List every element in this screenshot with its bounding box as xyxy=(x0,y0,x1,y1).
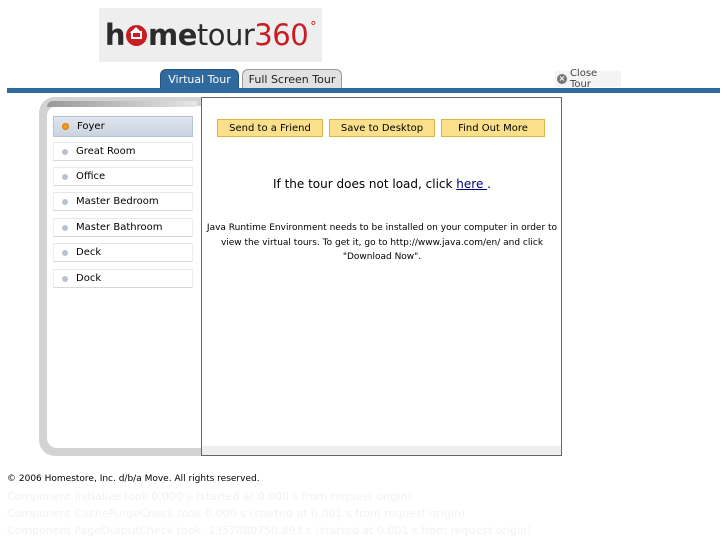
room-list-top-edge xyxy=(47,101,197,107)
logo-me: me xyxy=(147,18,197,52)
tab-virtual-tour[interactable]: Virtual Tour xyxy=(160,69,239,89)
logo-tour: tour xyxy=(196,18,255,52)
tour-viewer xyxy=(201,97,562,456)
room-item-great-room[interactable]: Great Room xyxy=(53,142,193,161)
debug-line: Component Initialize took 0.000 s (start… xyxy=(7,490,412,503)
tour-load-message: If the tour does not load, click here . xyxy=(202,177,562,191)
room-item-label: Great Room xyxy=(76,146,136,157)
room-item-label: Master Bedroom xyxy=(76,196,159,207)
bullet-icon xyxy=(62,249,68,256)
logo-wordmark: h metour360 ° xyxy=(104,18,317,52)
logo-degree: ° xyxy=(310,20,317,35)
close-circle-icon: × xyxy=(557,74,567,84)
logo-360: 360 xyxy=(254,18,309,52)
room-item-master-bathroom[interactable]: Master Bathroom xyxy=(53,218,193,237)
bullet-icon xyxy=(62,173,68,180)
bullet-icon xyxy=(62,224,68,231)
logo-h: h xyxy=(104,18,126,52)
tour-viewer-footer xyxy=(202,446,561,455)
copyright-footer: © 2006 Homestore, Inc. d/b/a Move. All r… xyxy=(7,474,260,484)
header-divider xyxy=(7,88,720,93)
send-to-friend-button[interactable]: Send to a Friend xyxy=(217,119,323,137)
active-bullet-icon xyxy=(62,123,69,130)
hometour360-logo: h metour360 ° xyxy=(99,8,322,62)
room-item-master-bedroom[interactable]: Master Bedroom xyxy=(53,192,193,211)
close-tour-button[interactable]: × Close Tour xyxy=(555,68,621,90)
find-out-more-button[interactable]: Find Out More xyxy=(441,119,545,137)
tour-load-prefix: If the tour does not load, click xyxy=(273,177,457,191)
bullet-icon xyxy=(62,275,68,282)
room-item-label: Foyer xyxy=(77,121,105,132)
here-link[interactable]: here xyxy=(456,177,487,191)
bullet-icon xyxy=(62,148,68,155)
room-item-label: Deck xyxy=(76,247,102,258)
room-item-label: Dock xyxy=(76,273,102,284)
bullet-icon xyxy=(62,198,68,205)
java-requirement-message: Java Runtime Environment needs to be ins… xyxy=(206,223,558,262)
tab-full-screen-tour[interactable]: Full Screen Tour xyxy=(242,69,342,89)
room-item-dock[interactable]: Dock xyxy=(53,269,193,288)
room-item-label: Office xyxy=(76,171,106,182)
room-item-foyer[interactable]: Foyer xyxy=(53,116,193,137)
save-to-desktop-button[interactable]: Save to Desktop xyxy=(329,119,435,137)
room-item-office[interactable]: Office xyxy=(53,167,193,186)
room-item-label: Master Bathroom xyxy=(76,222,163,233)
debug-line: Component PageOutputCheck took -13578807… xyxy=(7,524,532,537)
close-tour-label: Close Tour xyxy=(569,68,598,90)
room-item-deck[interactable]: Deck xyxy=(53,243,193,262)
tour-load-suffix: . xyxy=(487,177,491,191)
house-icon xyxy=(125,25,147,46)
debug-line: Component CachePurgeCheck took 0.000 s (… xyxy=(7,507,466,520)
